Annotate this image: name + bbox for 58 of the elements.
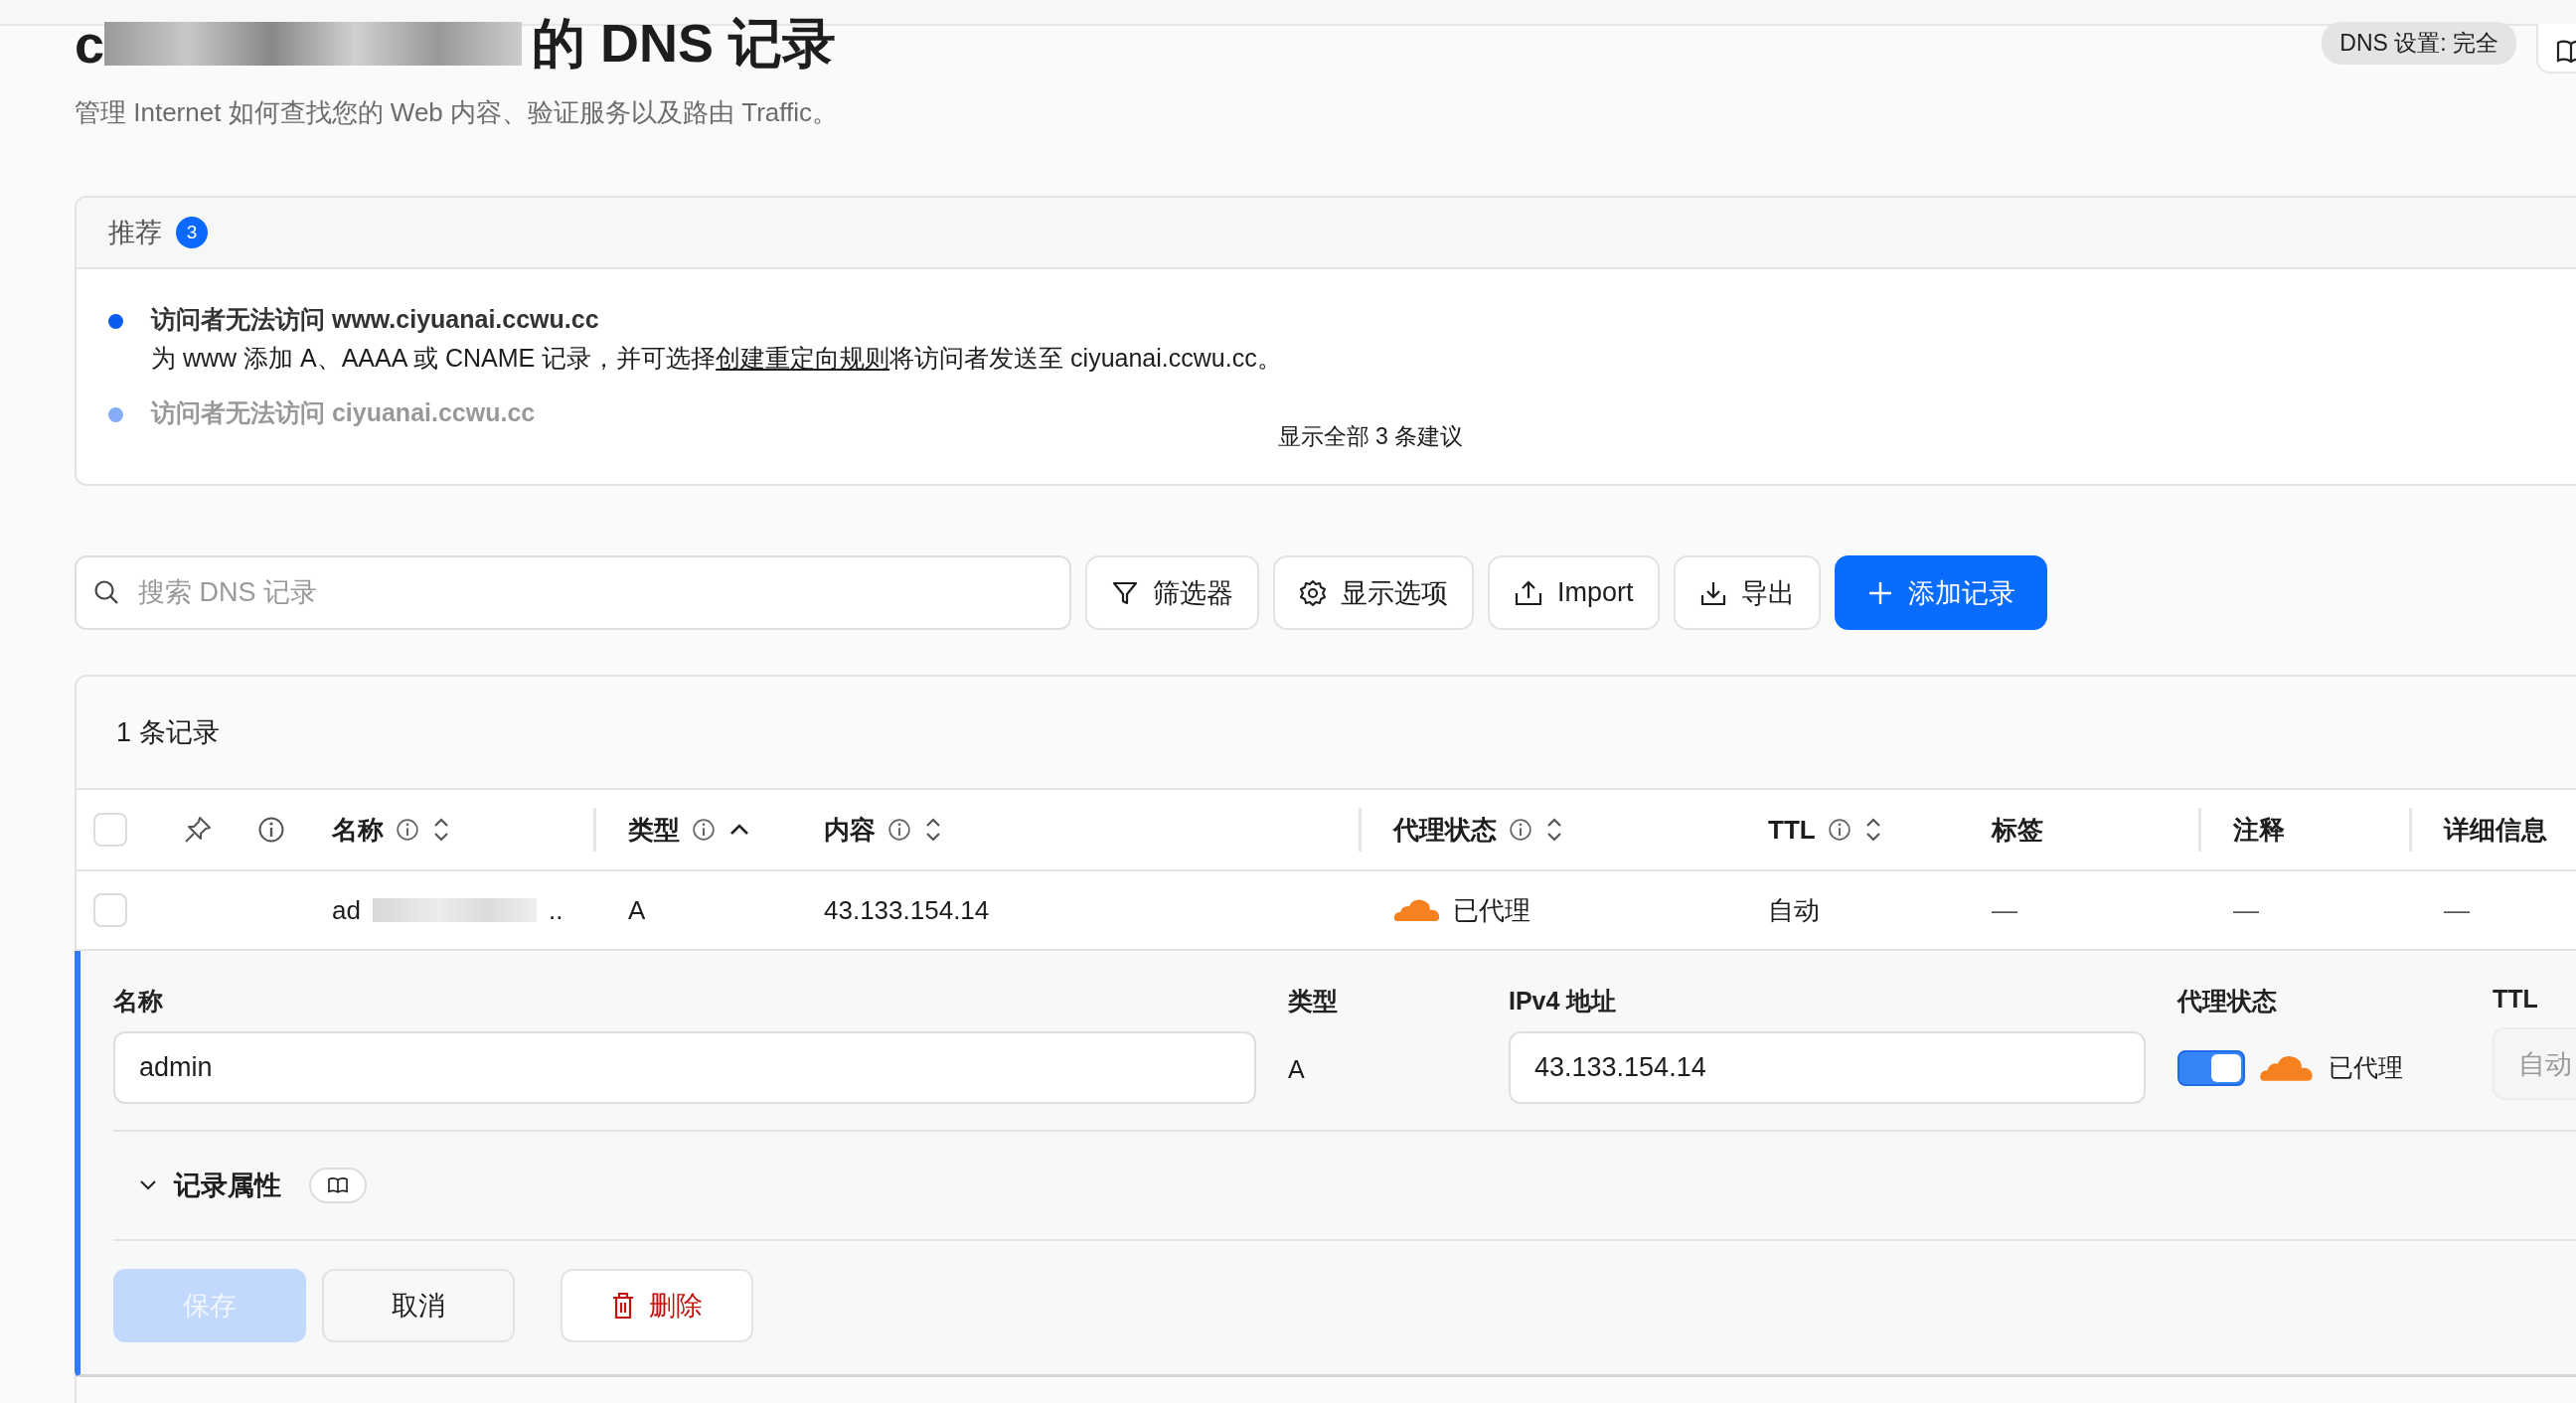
trash-icon: [611, 1292, 635, 1320]
filter-button[interactable]: 筛选器: [1085, 555, 1259, 630]
ip-input[interactable]: 43.133.154.14: [1509, 1031, 2146, 1104]
upload-button[interactable]: Import: [1488, 555, 1660, 630]
table-cell: ad: [332, 894, 361, 926]
field-label: TTL: [2493, 985, 2539, 1013]
field-label: 名称: [113, 986, 164, 1016]
table-cell-text: 自动: [1768, 893, 1820, 927]
record-attributes-toggle[interactable]: 记录属性: [138, 1168, 281, 1203]
table-cell: —: [1992, 894, 2017, 926]
download-button[interactable]: 导出: [1673, 555, 1821, 630]
record-count: 1 条记录: [116, 716, 220, 749]
info-icon: [257, 816, 285, 844]
cancel-button[interactable]: 取消: [322, 1269, 515, 1342]
search-field[interactable]: 搜索 DNS 记录: [75, 555, 1071, 630]
book-icon: [327, 1176, 349, 1194]
column-header[interactable]: 内容: [824, 812, 876, 848]
type-value: A: [1288, 1055, 1306, 1084]
proxy-status-text: 已代理: [2329, 1052, 2403, 1083]
table-cell: —: [2233, 894, 2259, 926]
column-header[interactable]: 注释: [2233, 812, 2285, 848]
recommendation-title[interactable]: 访问者无法访问 www.ciyuanai.ccwu.cc: [151, 303, 1282, 336]
table-cell-text: 已代理: [1453, 893, 1530, 927]
table-cell: A: [628, 894, 646, 926]
column-header[interactable]: 名称: [332, 812, 384, 848]
column-header[interactable]: 代理状态: [1393, 812, 1497, 848]
table-cell: —: [2444, 894, 2470, 926]
proxy-toggle[interactable]: [2177, 1049, 2245, 1086]
count-badge: 3: [176, 217, 208, 248]
settings-icon: [1299, 578, 1327, 607]
add-button[interactable]: 添加记录: [1834, 555, 2047, 630]
upload-icon: [1514, 578, 1543, 607]
name-input[interactable]: admin: [113, 1031, 1256, 1104]
page-title: c: [75, 13, 105, 75]
search-icon: [92, 578, 120, 606]
field-label: 代理状态: [2177, 986, 2278, 1016]
field-label: 类型: [1288, 986, 1339, 1016]
settings-badge: DNS 设置: 完全: [2322, 22, 2516, 65]
redirect-rule-link[interactable]: 创建重定向规则: [716, 344, 890, 372]
card-title: 推荐: [108, 217, 162, 249]
page-title: 的 DNS 记录: [532, 11, 837, 75]
column-header[interactable]: 类型: [628, 812, 680, 848]
settings-button[interactable]: 显示选项: [1273, 555, 1474, 630]
page-subtitle: 管理 Internet 如何查找您的 Web 内容、验证服务以及路由 Traffic。: [75, 96, 839, 129]
select-all-checkbox[interactable]: [93, 813, 127, 847]
column-header[interactable]: 标签: [1992, 812, 2043, 848]
table-cell: 43.133.154.14: [824, 894, 990, 926]
docs-button[interactable]: [309, 1168, 367, 1203]
row-checkbox[interactable]: [93, 893, 127, 927]
table-cell: ..: [548, 894, 564, 926]
recommendation-text: 为 www 添加 A、AAAA 或 CNAME 记录，并可选择创建重定向规则将访问者发送至 ciyuanai.ccwu.cc。: [151, 343, 1282, 374]
column-header[interactable]: 详细信息: [2444, 812, 2547, 848]
show-all-link[interactable]: 显示全部 3 条建议: [1277, 421, 1464, 452]
delete-button[interactable]: 删除: [561, 1269, 753, 1342]
field-label: IPv4 地址: [1509, 986, 1618, 1016]
chevron-down-icon: [138, 1178, 158, 1192]
column-header[interactable]: TTL: [1768, 814, 1816, 846]
pin-icon: [183, 815, 213, 845]
